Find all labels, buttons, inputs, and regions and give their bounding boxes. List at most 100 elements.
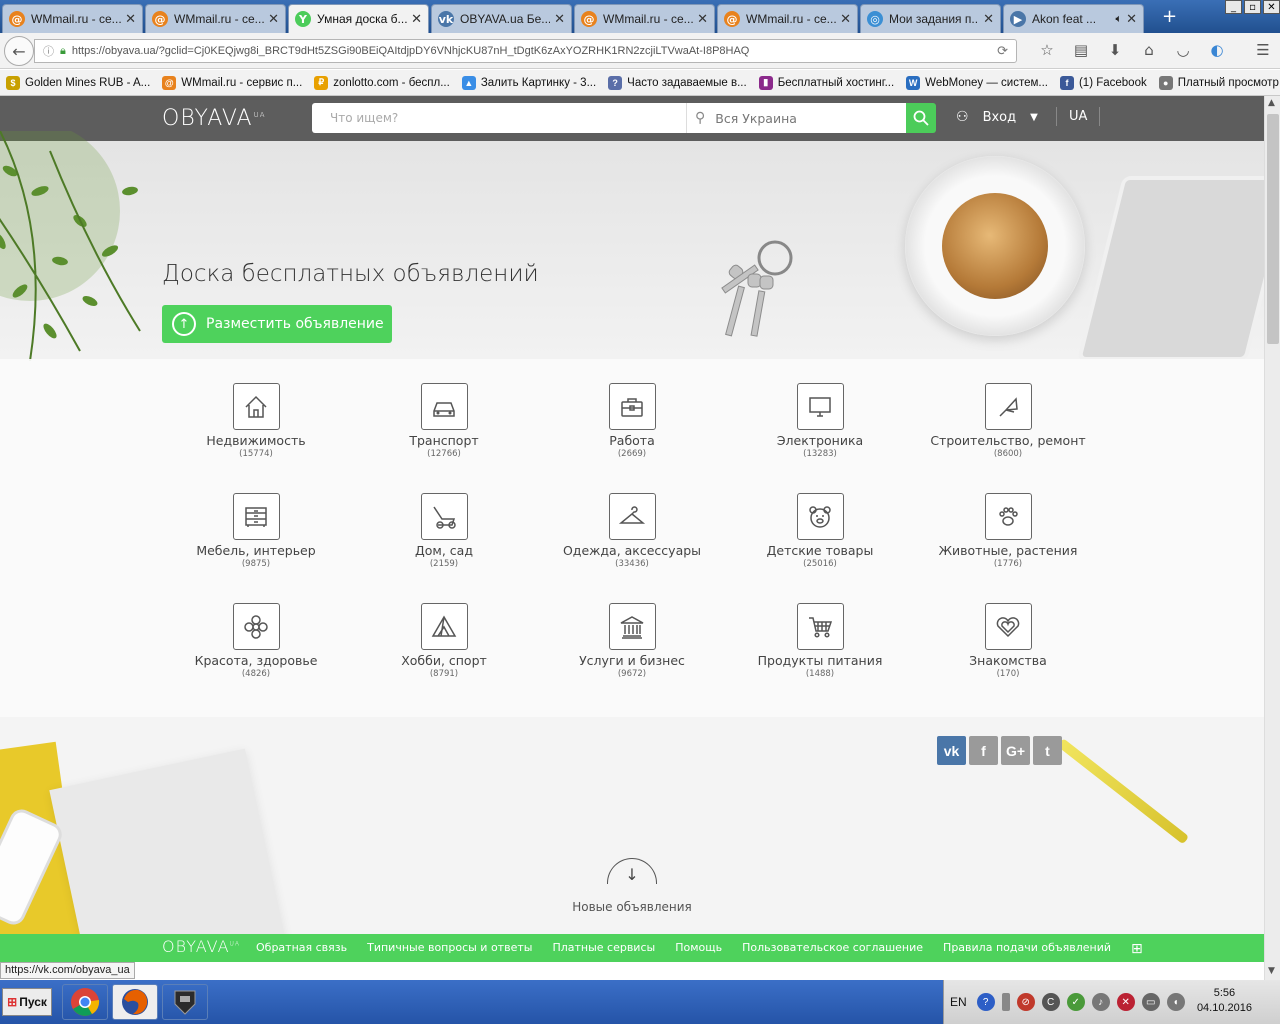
category-item[interactable]: Животные, растения (1776) — [914, 493, 1102, 569]
new-tab-button[interactable]: + — [1162, 6, 1177, 27]
minimize-button[interactable]: _ — [1225, 0, 1242, 14]
ccleaner-icon[interactable]: C — [1041, 993, 1060, 1011]
language-switch[interactable]: UA — [1056, 107, 1101, 126]
bookmark-item[interactable]: $ Golden Mines RUB - A... — [6, 75, 150, 90]
reload-icon[interactable]: ⟳ — [997, 43, 1008, 59]
network-icon[interactable]: ✕ — [1116, 993, 1135, 1011]
scroll-up-icon[interactable]: ▲ — [1268, 98, 1275, 108]
footer-logo[interactable]: OBYAVAUA — [162, 937, 240, 956]
speaker-icon[interactable]: ♪ — [1091, 993, 1110, 1011]
region-selector[interactable]: ⚲ Вся Украина — [686, 103, 906, 133]
back-button[interactable]: ← — [4, 36, 34, 66]
footer-link[interactable]: Пользовательское соглашение — [742, 941, 923, 957]
close-tab-icon[interactable]: ✕ — [554, 12, 565, 27]
login-menu[interactable]: ⚇ Вход ▼ — [956, 109, 1038, 125]
twitter-icon[interactable]: t — [1033, 736, 1062, 765]
scrollbar-thumb[interactable] — [1267, 114, 1279, 344]
menu-icon[interactable]: ☰ — [1246, 41, 1280, 59]
category-item[interactable]: Мебель, интерьер (9875) — [162, 493, 350, 569]
tab-3[interactable]: Y Умная доска б... ✕ — [288, 4, 429, 33]
vk-icon[interactable]: vk — [937, 736, 966, 765]
input-language[interactable]: EN — [950, 995, 967, 1009]
category-item[interactable]: Одежда, аксессуары (33436) — [538, 493, 726, 569]
taskbar-world-of-tanks[interactable] — [162, 984, 208, 1020]
home-icon[interactable]: ⌂ — [1132, 41, 1166, 59]
tab-7[interactable]: ◎ Мои задания п... ✕ — [860, 4, 1001, 33]
category-item[interactable]: Знакомства (170) — [914, 603, 1102, 679]
close-window-button[interactable]: ✕ — [1263, 0, 1280, 14]
reading-list-icon[interactable]: ▤ — [1064, 41, 1098, 59]
close-tab-icon[interactable]: ✕ — [411, 12, 422, 27]
address-bar[interactable]: ⓘ 🔒︎ https://obyava.ua/?gclid=Cj0KEQjwg8… — [34, 39, 1017, 63]
category-item[interactable]: Недвижимость (15774) — [162, 383, 350, 459]
maximize-button[interactable]: ▫ — [1244, 0, 1261, 14]
help-icon[interactable]: ? — [976, 993, 995, 1011]
post-ad-label: Разместить объявление — [206, 316, 384, 332]
category-item[interactable]: Строительство, ремонт (8600) — [914, 383, 1102, 459]
bookmark-item[interactable]: @ WMmail.ru - сервис п... — [162, 75, 302, 90]
bookmark-item[interactable]: ₽ zonlotto.com - беспл... — [314, 75, 450, 90]
lock-icon[interactable]: 🔒︎ — [60, 45, 66, 58]
category-item[interactable]: Услуги и бизнес (9672) — [538, 603, 726, 679]
bookmark-favicon-icon: ₽ — [314, 75, 329, 90]
star-icon[interactable]: ☆ — [1030, 41, 1064, 59]
tab-4[interactable]: vk OBYAVA.ua Бе... ✕ — [431, 4, 572, 33]
footer-link[interactable]: Платные сервисы — [552, 941, 655, 957]
bookmark-item[interactable]: ● Платный просмотр с... — [1158, 75, 1280, 90]
category-item[interactable]: Продукты питания (1488) — [726, 603, 914, 679]
download-icon[interactable]: ⬇ — [1098, 41, 1132, 59]
pen-decoration — [1056, 738, 1190, 845]
taskbar-firefox[interactable] — [112, 984, 158, 1020]
start-button[interactable]: ⊞ Пуск — [2, 988, 52, 1016]
tab-1[interactable]: @ WMmail.ru - се... ✕ — [2, 4, 143, 33]
close-tab-icon[interactable]: ✕ — [125, 12, 136, 27]
category-name: Продукты питания — [757, 653, 883, 668]
footer-link[interactable]: Обратная связь — [256, 941, 347, 957]
bookmark-item[interactable]: ? Часто задаваемые в... — [608, 75, 747, 90]
post-ad-button[interactable]: ↑ Разместить объявление — [162, 305, 392, 343]
bookmark-item[interactable]: f (1) Facebook — [1059, 75, 1147, 90]
tab-8[interactable]: ▶ Akon feat ... 🔈︎ ✕ — [1003, 4, 1144, 33]
category-item[interactable]: Хобби, спорт (8791) — [350, 603, 538, 679]
vertical-scrollbar[interactable]: ▲ ▼ — [1264, 96, 1280, 980]
close-tab-icon[interactable]: ✕ — [268, 12, 279, 27]
tab-5[interactable]: @ WMmail.ru - се... ✕ — [574, 4, 715, 33]
close-tab-icon[interactable]: ✕ — [1126, 12, 1137, 27]
clock[interactable]: 5:56 04.10.2016 — [1197, 986, 1252, 1016]
search-button[interactable] — [906, 103, 936, 133]
tank-tray-icon[interactable]: ⊘ — [1016, 993, 1035, 1011]
addon-icon[interactable]: ◐ — [1200, 41, 1234, 59]
site-logo[interactable]: OBYAVAUA — [162, 106, 266, 131]
facebook-icon[interactable]: f — [969, 736, 998, 765]
bookmark-item[interactable]: W WebMoney — систем... — [906, 75, 1048, 90]
sitemap-icon[interactable]: ⊞ — [1131, 941, 1143, 957]
volume-icon[interactable]: ◖ — [1166, 993, 1185, 1011]
footer-link[interactable]: Правила подачи объявлений — [943, 941, 1111, 957]
speaker-icon[interactable]: 🔈︎ — [1115, 12, 1122, 26]
taskbar-chrome[interactable] — [62, 984, 108, 1020]
pocket-icon[interactable]: ◡ — [1166, 41, 1200, 59]
search-input[interactable] — [312, 103, 686, 133]
shield-icon[interactable]: ✓ — [1066, 993, 1085, 1011]
bookmark-item[interactable]: ▮ Бесплатный хостинг... — [758, 75, 894, 90]
bookmark-item[interactable]: ▲ Залить Картинку - 3... — [461, 75, 596, 90]
close-tab-icon[interactable]: ✕ — [697, 12, 708, 27]
footer-link[interactable]: Помощь — [675, 941, 722, 957]
google-plus-icon[interactable]: G+ — [1001, 736, 1030, 765]
tab-6[interactable]: @ WMmail.ru - се... ✕ — [717, 4, 858, 33]
category-item[interactable]: Транспорт (12766) — [350, 383, 538, 459]
category-item[interactable]: Электроника (13283) — [726, 383, 914, 459]
monitor-tray-icon[interactable]: ▭ — [1141, 993, 1160, 1011]
scroll-down-icon[interactable]: ▼ — [1268, 966, 1275, 976]
info-icon[interactable]: ⓘ — [43, 43, 54, 59]
category-item[interactable]: Работа (2669) — [538, 383, 726, 459]
tab-2[interactable]: @ WMmail.ru - се... ✕ — [145, 4, 286, 33]
footer-link[interactable]: Типичные вопросы и ответы — [367, 941, 532, 957]
tray-expand-icon[interactable] — [1001, 993, 1010, 1011]
close-tab-icon[interactable]: ✕ — [840, 12, 851, 27]
close-tab-icon[interactable]: ✕ — [983, 12, 994, 27]
category-item[interactable]: Детские товары (25016) — [726, 493, 914, 569]
category-item[interactable]: Красота, здоровье (4826) — [162, 603, 350, 679]
new-ads-link[interactable]: ↓ Новые объявления — [560, 858, 704, 914]
category-item[interactable]: Дом, сад (2159) — [350, 493, 538, 569]
